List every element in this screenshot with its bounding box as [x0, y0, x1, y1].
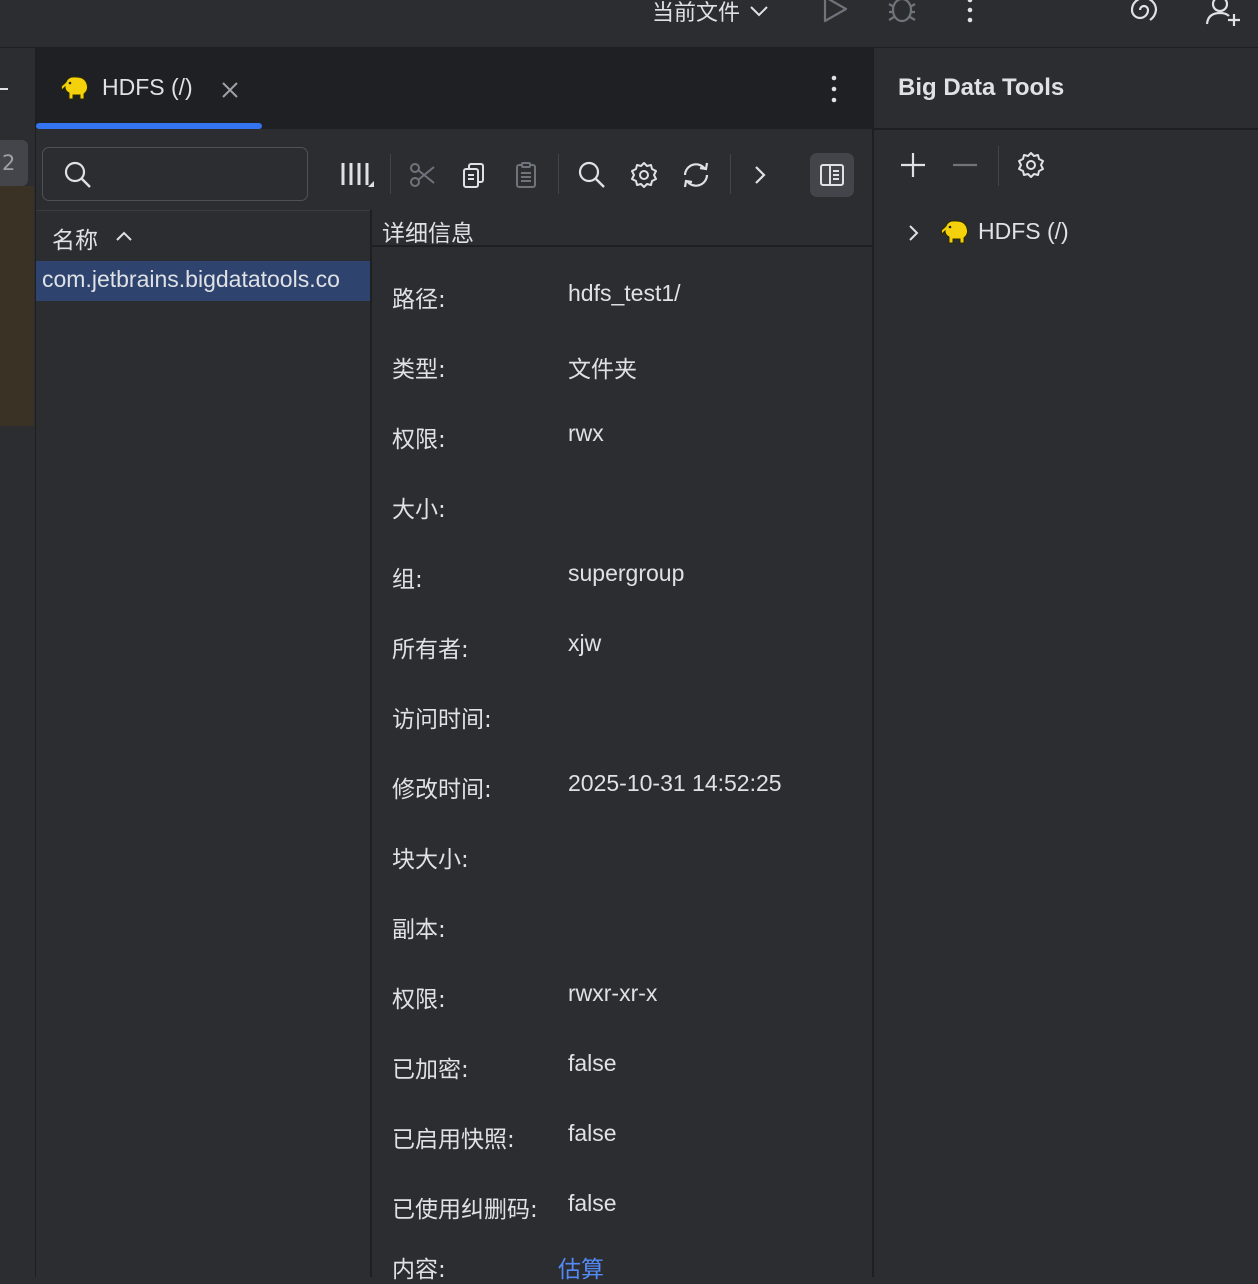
- detail-label-permission: 权限:: [392, 427, 446, 453]
- file-name: com.jetbrains.bigdatatools.co: [42, 266, 340, 292]
- detail-value-path: hdfs_test1/: [568, 280, 681, 306]
- detail-label-path: 路径:: [392, 287, 446, 313]
- toolbar-separator: [730, 154, 731, 194]
- detail-label-content: 内容:: [392, 1257, 446, 1283]
- chevron-right-icon: [755, 166, 766, 184]
- close-tab-button[interactable]: [220, 80, 240, 100]
- more-vertical-icon: [831, 75, 837, 103]
- minus-icon: [953, 163, 977, 167]
- run-configuration-label: 当前文件: [652, 1, 741, 26]
- run-configuration-selector[interactable]: 当前文件: [652, 0, 770, 28]
- detail-label-owner: 所有者:: [392, 637, 469, 663]
- estimate-link[interactable]: 估算: [558, 1250, 604, 1284]
- tab-options-button[interactable]: [822, 74, 846, 104]
- details-panel-icon: [820, 164, 844, 186]
- ai-assistant-button[interactable]: [1126, 0, 1162, 26]
- tab-label: HDFS (/): [102, 74, 193, 100]
- add-user-icon: [1205, 0, 1240, 26]
- panel-settings-button[interactable]: [1016, 150, 1046, 180]
- hadoop-elephant-icon: [60, 74, 92, 102]
- navigate-forward-button[interactable]: [742, 155, 778, 195]
- play-icon: [823, 0, 848, 23]
- detail-label-permission-full: 权限:: [392, 987, 446, 1013]
- line-number-badge: 2: [0, 140, 28, 186]
- panel-title: Big Data Tools: [898, 74, 1065, 101]
- main-toolbar: [0, 0, 1258, 48]
- sort-ascending-icon[interactable]: [114, 226, 134, 246]
- divider: [874, 128, 1258, 130]
- toolbar-separator: [998, 146, 999, 186]
- detail-value-permission-full: rwxr-xr-x: [568, 980, 658, 1006]
- refresh-icon: [683, 162, 709, 188]
- detail-value-owner: xjw: [568, 630, 602, 656]
- pane-splitter[interactable]: [370, 210, 372, 1277]
- close-icon: [222, 82, 238, 98]
- editor-gutter-highlight: [0, 186, 34, 426]
- gear-icon: [1018, 152, 1044, 178]
- detail-value-group: supergroup: [568, 560, 685, 586]
- hadoop-elephant-icon: [940, 218, 972, 246]
- column-header-name[interactable]: 名称: [52, 221, 98, 255]
- minus-icon: [0, 88, 8, 90]
- detail-label-group: 组:: [392, 567, 423, 593]
- detail-label-modification-time: 修改时间:: [392, 777, 492, 803]
- detail-value-encrypted: false: [568, 1050, 617, 1076]
- tree-item-hdfs[interactable]: HDFS (/): [978, 218, 1069, 245]
- search-icon: [64, 161, 91, 188]
- detail-value-type: 文件夹: [568, 356, 637, 382]
- toolbar-separator: [390, 154, 391, 194]
- spiral-icon: [1130, 0, 1158, 21]
- detail-label-access-time: 访问时间:: [392, 707, 492, 733]
- copy-button[interactable]: [456, 155, 492, 195]
- paste-button[interactable]: [508, 155, 544, 195]
- active-tab-indicator: [36, 123, 262, 129]
- chevron-down-icon: [748, 0, 770, 22]
- paste-icon: [516, 162, 536, 188]
- refresh-button[interactable]: [678, 155, 714, 195]
- detail-value-modification-time: 2025-10-31 14:52:25: [568, 770, 782, 796]
- add-user-button[interactable]: [1204, 0, 1244, 30]
- gear-icon: [631, 162, 657, 188]
- scissors-icon: [410, 163, 435, 187]
- detail-value-permission: rwx: [568, 420, 604, 446]
- plus-icon: [901, 153, 925, 177]
- more-actions-button[interactable]: [958, 0, 982, 26]
- detail-label-encrypted: 已加密:: [392, 1057, 469, 1083]
- detail-value-erasure-coded: false: [568, 1190, 617, 1216]
- debug-button[interactable]: [886, 0, 918, 24]
- chevron-right-icon: [909, 225, 919, 241]
- details-header: 详细信息: [382, 221, 474, 247]
- search-icon: [578, 161, 605, 188]
- tree-expand-toggle[interactable]: [902, 222, 924, 244]
- find-button[interactable]: [574, 155, 610, 195]
- toolbar-separator: [558, 154, 559, 194]
- detail-label-erasure-coded: 已使用纠删码:: [392, 1197, 538, 1223]
- settings-button[interactable]: [626, 155, 662, 195]
- add-connection-button[interactable]: [898, 150, 928, 180]
- toggle-details-button[interactable]: [810, 153, 854, 197]
- detail-label-replication: 副本:: [392, 917, 446, 943]
- cut-button[interactable]: [404, 155, 440, 195]
- detail-value-snapshot-enabled: false: [568, 1120, 617, 1146]
- detail-label-size: 大小:: [392, 497, 446, 523]
- more-vertical-icon: [967, 0, 973, 23]
- bug-icon: [888, 0, 916, 23]
- column-name-label: 名称: [52, 228, 98, 254]
- detail-label-block-size: 块大小:: [392, 847, 469, 873]
- divider: [372, 245, 872, 247]
- file-search-input[interactable]: [42, 147, 308, 201]
- detail-label-snapshot-enabled: 已启用快照:: [392, 1127, 515, 1153]
- columns-button[interactable]: [338, 155, 374, 195]
- copy-icon: [463, 163, 484, 188]
- detail-label-type: 类型:: [392, 357, 446, 383]
- columns-icon: [341, 163, 374, 187]
- remove-connection-button[interactable]: [950, 150, 980, 180]
- run-button[interactable]: [820, 0, 850, 24]
